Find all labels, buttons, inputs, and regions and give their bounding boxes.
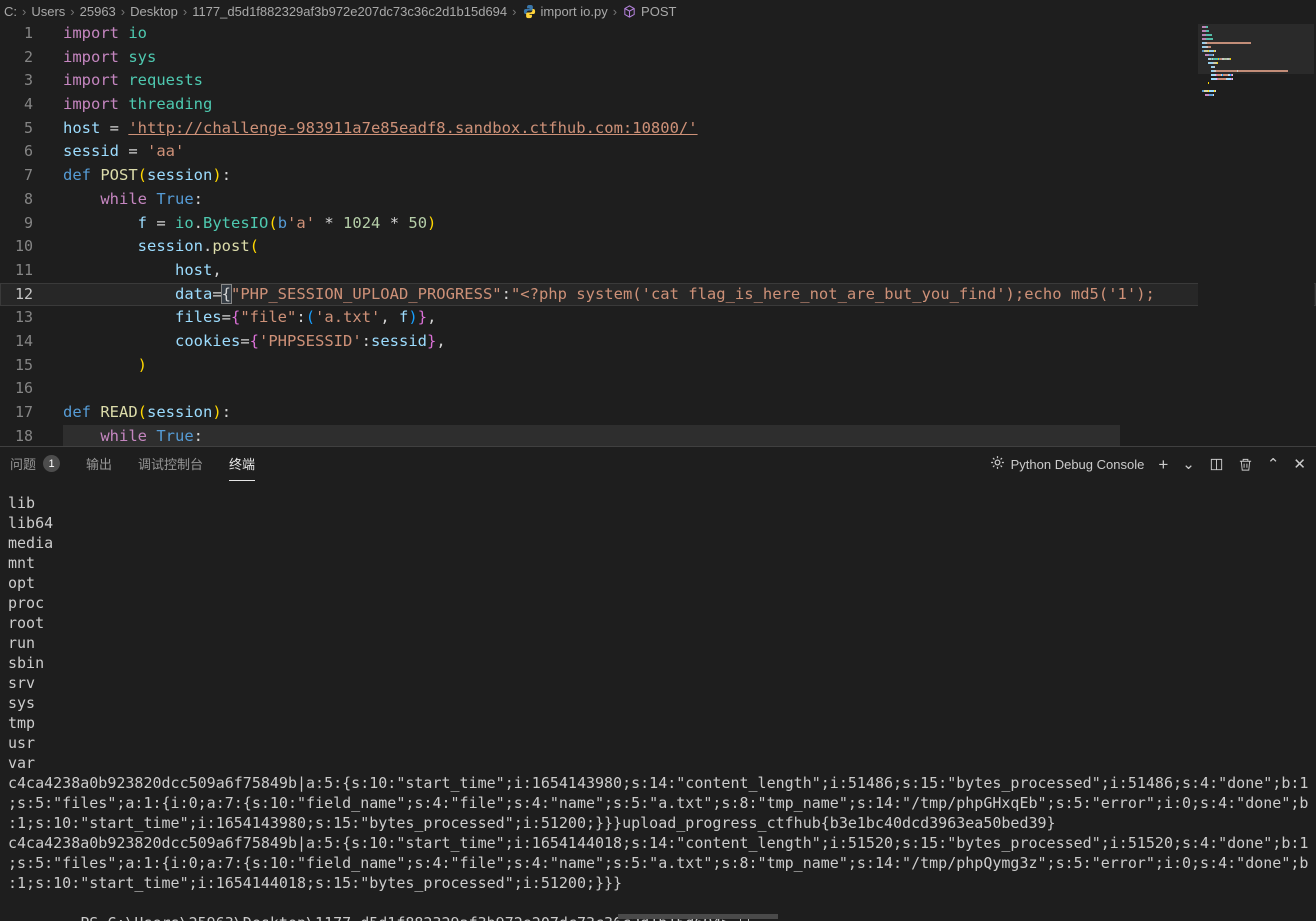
line-number: 13 bbox=[14, 308, 33, 327]
problems-count-badge: 1 bbox=[43, 455, 61, 472]
terminal-line: mnt bbox=[8, 554, 36, 572]
terminal-line: run bbox=[8, 634, 36, 652]
terminal-profile-label: Python Debug Console bbox=[1010, 456, 1145, 472]
terminal-profile-selector[interactable]: Python Debug Console bbox=[990, 455, 1145, 473]
code-line[interactable]: 5 host = 'http://challenge-983911a7e85ead… bbox=[0, 117, 1316, 141]
terminal-line: media bbox=[8, 534, 54, 552]
code-line[interactable]: 10 session.post( bbox=[0, 235, 1316, 259]
line-number: 2 bbox=[23, 47, 33, 66]
terminal-line: tmp bbox=[8, 714, 36, 732]
panel-tab-debug-console[interactable]: 调试控制台 bbox=[138, 447, 203, 481]
line-number: 17 bbox=[14, 403, 33, 421]
terminal-line: c4ca4238a0b923820dcc509a6f75849b|a:5:{s:… bbox=[8, 834, 1309, 852]
code-line[interactable]: 18 while True: bbox=[0, 425, 1316, 446]
line-number: 4 bbox=[23, 95, 33, 114]
panel-tab-output[interactable]: 输出 bbox=[86, 447, 112, 481]
maximize-panel-chevron-icon[interactable]: ⌃ bbox=[1267, 457, 1280, 472]
line-number: 10 bbox=[14, 237, 33, 256]
terminal-line: :1;s:10:"start_time";i:1654144018;s:15:"… bbox=[8, 874, 623, 892]
terminal-line: opt bbox=[8, 574, 36, 592]
panel-tab-terminal[interactable]: 终端 bbox=[229, 447, 256, 481]
bottom-panel: 问题 1 输出 调试控制台 终端 Python Debug Console + ⌄ bbox=[0, 446, 1316, 921]
code-line[interactable]: 1 import io bbox=[0, 22, 1316, 46]
breadcrumb-item[interactable]: Desktop bbox=[130, 4, 178, 19]
line-number: 1 bbox=[23, 24, 33, 42]
line-number: 3 bbox=[23, 71, 33, 90]
terminal-line: :1;s:10:"start_time";i:1654143980;s:15:"… bbox=[8, 814, 1056, 832]
breadcrumb: C: › Users › 25963 › Desktop › 1177_d5d1f882329a… bbox=[0, 0, 1316, 22]
code-line[interactable]: 13 files={"file":('a.txt', f)}, bbox=[0, 306, 1316, 330]
terminal-area[interactable]: lib lib64 media mnt opt proc root run sbin srv sys… bbox=[0, 481, 1316, 921]
code-line[interactable]: 17 def READ(session): bbox=[0, 401, 1316, 425]
terminal-line: c4ca4238a0b923820dcc509a6f75849b|a:5:{s:… bbox=[8, 774, 1309, 792]
terminal-line: sys bbox=[8, 694, 36, 712]
terminal-line: sbin bbox=[8, 654, 45, 672]
code-line[interactable]: 11 host, bbox=[0, 259, 1316, 283]
minimap[interactable] bbox=[1198, 24, 1314, 444]
line-number: 18 bbox=[14, 426, 33, 445]
terminal-line: usr bbox=[8, 734, 36, 752]
code-line[interactable]: 16 bbox=[0, 377, 1316, 401]
terminal-line: srv bbox=[8, 674, 36, 692]
terminal-horizontal-scrollbar[interactable] bbox=[618, 914, 778, 919]
panel-tab-label: 问题 bbox=[10, 457, 37, 472]
line-number: 12 bbox=[14, 284, 33, 303]
debug-gear-icon bbox=[990, 455, 1005, 473]
chevron-right-icon: › bbox=[22, 3, 27, 19]
panel-tab-problems[interactable]: 问题 1 bbox=[10, 447, 61, 481]
panel-tab-label: 终端 bbox=[229, 457, 256, 472]
minimap-slider[interactable] bbox=[1198, 24, 1314, 74]
code-line[interactable]: 6 sessid = 'aa' bbox=[0, 140, 1316, 164]
close-panel-icon[interactable]: ✕ bbox=[1293, 457, 1306, 472]
panel-header: 问题 1 输出 调试控制台 终端 Python Debug Console + ⌄ bbox=[0, 447, 1316, 481]
line-number: 15 bbox=[14, 355, 33, 374]
breadcrumb-item[interactable]: 1177_d5d1f882329af3b972e207dc73c36c2d1b1… bbox=[192, 4, 507, 19]
split-terminal-button[interactable] bbox=[1209, 457, 1224, 472]
panel-tab-label: 输出 bbox=[86, 457, 113, 472]
breadcrumb-item[interactable]: Users bbox=[31, 4, 65, 19]
panel-tab-label: 调试控制台 bbox=[138, 457, 204, 472]
chevron-right-icon: › bbox=[182, 3, 188, 19]
terminal-line: lib64 bbox=[8, 514, 54, 532]
symbol-method-icon bbox=[622, 4, 637, 19]
code-line[interactable]: 2 import sys bbox=[0, 46, 1316, 70]
breadcrumb-item[interactable]: 25963 bbox=[80, 4, 116, 19]
terminal-line: var bbox=[8, 754, 36, 772]
code-editor[interactable]: 1 import io 2 import sys 3 import requests 4 im… bbox=[0, 22, 1316, 446]
code-line[interactable]: 15 ) bbox=[0, 354, 1316, 378]
line-number: 9 bbox=[23, 213, 33, 232]
code-line[interactable]: 8 while True: bbox=[0, 188, 1316, 212]
code-line[interactable]: 4 import threading bbox=[0, 93, 1316, 117]
chevron-right-icon: › bbox=[120, 3, 126, 19]
code-line[interactable]: 12 data={"PHP_SESSION_UPLOAD_PROGRESS":"… bbox=[0, 282, 1316, 307]
terminal-line: proc bbox=[8, 594, 45, 612]
code-line[interactable]: 7 def POST(session): bbox=[0, 164, 1316, 188]
terminal-line: ;s:5:"files";a:1:{i:0;a:7:{s:10:"field_n… bbox=[8, 854, 1309, 872]
code-line[interactable]: 9 f = io.BytesIO(b'a' * 1024 * 50) bbox=[0, 212, 1316, 236]
new-terminal-button[interactable]: + bbox=[1158, 456, 1168, 473]
code-line[interactable]: 3 import requests bbox=[0, 69, 1316, 93]
terminal-line: ;s:5:"files";a:1:{i:0;a:7:{s:10:"field_n… bbox=[8, 794, 1309, 812]
line-number: 6 bbox=[23, 142, 33, 161]
terminal-dropdown-chevron-icon[interactable]: ⌄ bbox=[1182, 457, 1195, 472]
breadcrumb-file[interactable]: import io.py bbox=[541, 4, 608, 19]
chevron-right-icon: › bbox=[512, 3, 517, 19]
terminal-line: lib bbox=[8, 494, 36, 512]
line-number: 8 bbox=[23, 189, 33, 208]
breadcrumb-item[interactable]: C: bbox=[4, 4, 17, 19]
line-number: 5 bbox=[23, 118, 33, 137]
python-file-icon bbox=[522, 4, 537, 19]
line-number: 14 bbox=[14, 331, 33, 350]
chevron-right-icon: › bbox=[70, 3, 75, 19]
chevron-right-icon: › bbox=[612, 3, 618, 19]
terminal-prompt-line: PS C:\Users\25963\Desktop\1177_d5d1f8823… bbox=[8, 893, 1316, 921]
line-number: 7 bbox=[23, 166, 33, 185]
terminal-line: root bbox=[8, 614, 45, 632]
line-number: 16 bbox=[14, 379, 33, 398]
code-line[interactable]: 14 cookies={'PHPSESSID':sessid}, bbox=[0, 330, 1316, 354]
breadcrumb-symbol[interactable]: POST bbox=[641, 4, 676, 19]
vscode-window: C: › Users › 25963 › Desktop › 1177_d5d1f882329a… bbox=[0, 0, 1316, 921]
kill-terminal-trash-button[interactable] bbox=[1238, 457, 1253, 472]
line-number: 11 bbox=[14, 260, 33, 279]
